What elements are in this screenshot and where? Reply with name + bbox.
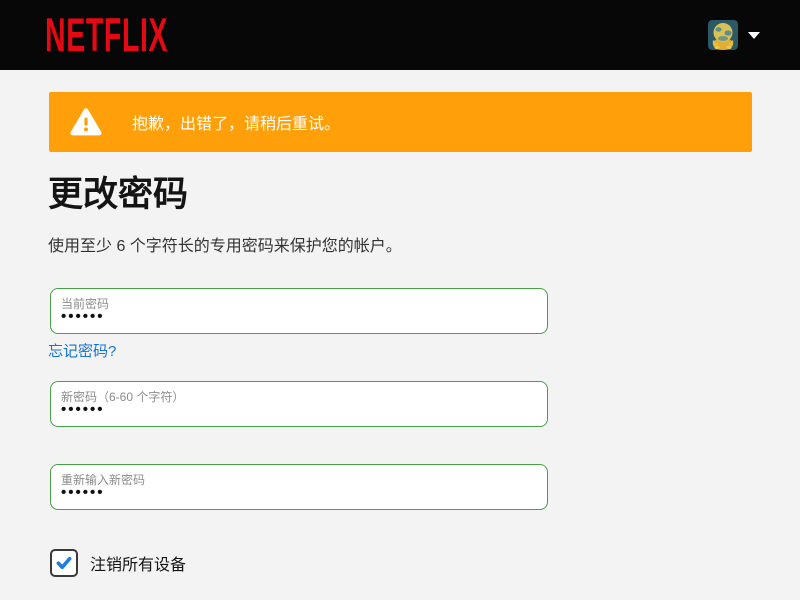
confirm-password-masked-value: •••••• bbox=[61, 484, 105, 501]
signout-all-devices-label: 注销所有设备 bbox=[90, 557, 187, 574]
forgot-password-link[interactable]: 忘记密码? bbox=[48, 340, 116, 361]
top-navbar: NETFLIX bbox=[0, 0, 800, 70]
confirm-password-field[interactable]: 重新输入新密码 •••••• bbox=[50, 464, 548, 510]
checkmark-icon bbox=[56, 556, 72, 570]
chevron-down-icon[interactable] bbox=[748, 31, 760, 39]
signout-all-devices-row: 注销所有设备 bbox=[50, 549, 186, 577]
profile-menu[interactable] bbox=[708, 20, 760, 50]
new-password-masked-value: •••••• bbox=[61, 401, 105, 418]
netflix-logo[interactable]: NETFLIX bbox=[45, 11, 168, 58]
signout-all-devices-checkbox[interactable] bbox=[50, 549, 78, 577]
page-title: 更改密码 bbox=[48, 175, 189, 214]
change-password-page: NETFLIX 抱歉，出错了，请稍后重试。 更改密码 使用至少 6 个字符长的专… bbox=[0, 0, 800, 600]
page-subtitle: 使用至少 6 个字符长的专用密码来保护您的帐户。 bbox=[48, 238, 402, 255]
alert-message: 抱歉，出错了，请稍后重试。 bbox=[132, 116, 341, 133]
profile-avatar[interactable] bbox=[708, 20, 738, 50]
current-password-masked-value: •••••• bbox=[61, 308, 105, 325]
current-password-field[interactable]: 当前密码 •••••• bbox=[50, 288, 548, 334]
warning-triangle-icon bbox=[70, 107, 102, 135]
error-alert-banner: 抱歉，出错了，请稍后重试。 bbox=[49, 92, 752, 152]
new-password-field[interactable]: 新密码（6-60 个字符） •••••• bbox=[50, 381, 548, 427]
